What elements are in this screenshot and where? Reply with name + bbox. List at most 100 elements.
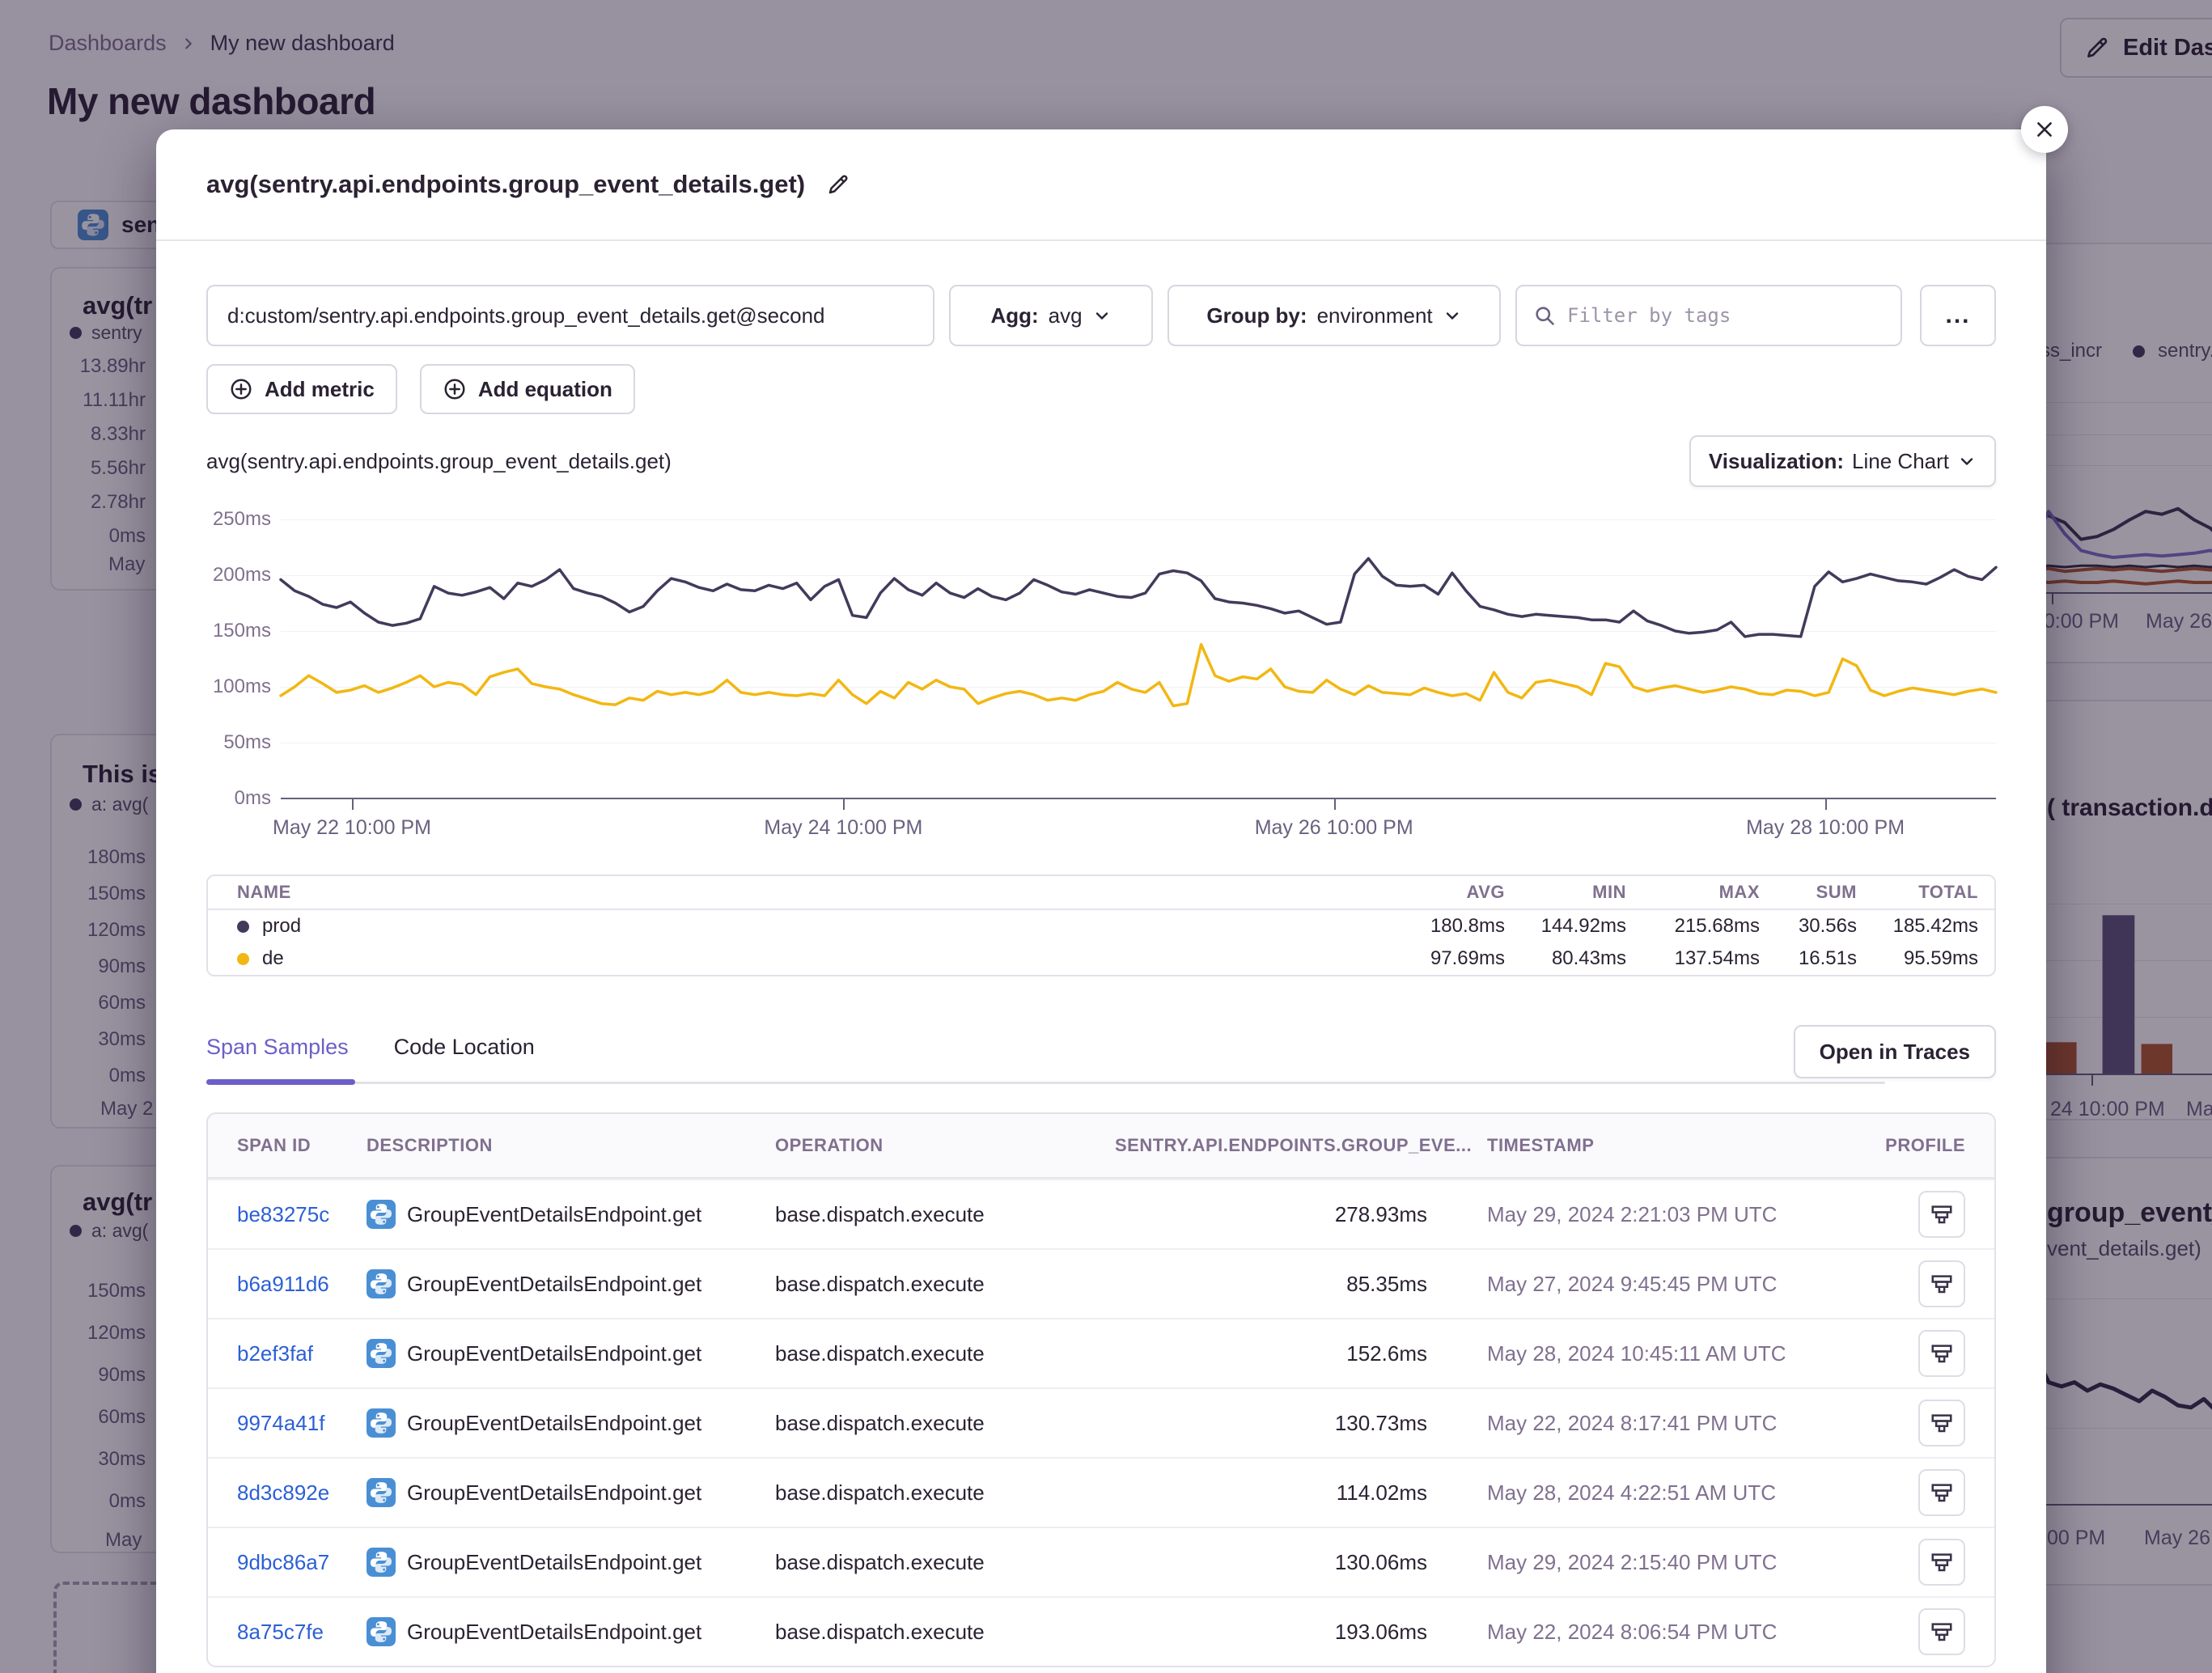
more-options-button[interactable]: ... [1920, 285, 1996, 346]
add-equation-button[interactable]: Add equation [420, 364, 635, 414]
span-description: GroupEventDetailsEndpoint.get [407, 1341, 701, 1366]
python-icon [367, 1200, 396, 1229]
screen: Dashboards My new dashboard My new dashb… [0, 0, 2212, 1673]
visualization-label: Visualization: [1709, 449, 1844, 474]
metric-details-modal: avg(sentry.api.endpoints.group_event_det… [156, 129, 2046, 1673]
span-operation: base.dispatch.execute [775, 1411, 1115, 1436]
group-by-select[interactable]: Group by: environment [1167, 285, 1501, 346]
span-id-link[interactable]: b6a911d6 [237, 1272, 367, 1297]
span-metric-value: 130.73ms [1115, 1411, 1455, 1436]
summary-row-prod[interactable]: prod 180.8ms 144.92ms 215.68ms 30.56s 18… [208, 910, 1994, 942]
span-operation: base.dispatch.execute [775, 1480, 1115, 1506]
profile-button[interactable] [1918, 1539, 1965, 1586]
add-buttons-row: Add metric Add equation [206, 364, 1996, 414]
x-axis-labels: May 22 10:00 PM May 24 10:00 PM May 26 1… [281, 798, 1996, 844]
plus-circle-icon [229, 377, 253, 401]
metric-line-chart: 250ms 200ms 150ms 100ms 50ms 0ms [206, 519, 1996, 798]
summary-row-de[interactable]: de 97.69ms 80.43ms 137.54ms 16.51s 95.59… [208, 942, 1994, 975]
profile-button[interactable] [1918, 1400, 1965, 1446]
python-icon [367, 1339, 396, 1368]
span-metric-value: 85.35ms [1115, 1272, 1455, 1297]
series-name: prod [262, 915, 301, 938]
profile-button[interactable] [1918, 1191, 1965, 1238]
tab-span-samples[interactable]: Span Samples [206, 1035, 349, 1060]
span-timestamp: May 29, 2024 2:15:40 PM UTC [1455, 1550, 1875, 1575]
profile-icon [1930, 1550, 1954, 1574]
span-description: GroupEventDetailsEndpoint.get [407, 1550, 701, 1575]
close-button[interactable] [2021, 106, 2068, 153]
span-timestamp: May 29, 2024 2:21:03 PM UTC [1455, 1202, 1875, 1227]
span-id-link[interactable]: 9974a41f [237, 1411, 367, 1436]
series-dot [237, 953, 249, 965]
ellipsis-icon: ... [1945, 302, 1970, 329]
visualization-select[interactable]: Visualization: Line Chart [1689, 435, 1996, 487]
chart-series-svg [281, 519, 1996, 798]
span-samples-table: SPAN ID DESCRIPTION OPERATION SENTRY.API… [206, 1112, 1996, 1667]
modal-header: avg(sentry.api.endpoints.group_event_det… [156, 129, 2046, 241]
chart-header: avg(sentry.api.endpoints.group_event_det… [206, 435, 1996, 487]
python-icon [367, 1548, 396, 1577]
span-description: GroupEventDetailsEndpoint.get [407, 1480, 701, 1506]
span-metric-value: 114.02ms [1115, 1480, 1455, 1506]
span-description: GroupEventDetailsEndpoint.get [407, 1620, 701, 1645]
span-metric-value: 193.06ms [1115, 1620, 1455, 1645]
active-tab-indicator [206, 1079, 355, 1085]
span-metric-value: 130.06ms [1115, 1550, 1455, 1575]
span-timestamp: May 22, 2024 8:06:54 PM UTC [1455, 1620, 1875, 1645]
span-id-link[interactable]: 8a75c7fe [237, 1620, 367, 1645]
add-metric-label: Add metric [265, 377, 375, 402]
chevron-down-icon [1957, 451, 1977, 471]
span-id-link[interactable]: 8d3c892e [237, 1480, 367, 1506]
chevron-down-icon [1443, 306, 1462, 325]
span-sample-row: 9dbc86a7 GroupEventDetailsEndpoint.get b… [208, 1527, 1994, 1596]
series-name: de [262, 947, 284, 970]
span-id-link[interactable]: be83275c [237, 1202, 367, 1227]
agg-label: Agg: [990, 303, 1038, 328]
add-equation-label: Add equation [478, 377, 612, 402]
profile-icon [1930, 1620, 1954, 1644]
chevron-down-icon [1092, 306, 1112, 325]
profile-button[interactable] [1918, 1469, 1965, 1516]
span-timestamp: May 22, 2024 8:17:41 PM UTC [1455, 1411, 1875, 1436]
plus-circle-icon [443, 377, 467, 401]
add-metric-button[interactable]: Add metric [206, 364, 397, 414]
span-sample-row: 8a75c7fe GroupEventDetailsEndpoint.get b… [208, 1596, 1994, 1666]
metric-query-input[interactable] [206, 285, 934, 346]
profile-button[interactable] [1918, 1330, 1965, 1377]
span-description: GroupEventDetailsEndpoint.get [407, 1202, 701, 1227]
profile-icon [1930, 1272, 1954, 1296]
pencil-icon [826, 172, 850, 197]
query-builder-row: Agg: avg Group by: environment ... [206, 285, 1996, 346]
samples-tabs-row: Span Samples Code Location Open in Trace… [206, 1035, 1996, 1112]
chart-plot-area[interactable] [281, 519, 1996, 798]
span-timestamp: May 28, 2024 10:45:11 AM UTC [1455, 1341, 1875, 1366]
tag-filter-input[interactable] [1567, 304, 1884, 327]
series-dot [237, 921, 249, 933]
python-icon [367, 1269, 396, 1298]
span-id-link[interactable]: b2ef3faf [237, 1341, 367, 1366]
chart-label: avg(sentry.api.endpoints.group_event_det… [206, 449, 672, 474]
tab-code-location[interactable]: Code Location [394, 1035, 535, 1060]
profile-button[interactable] [1918, 1608, 1965, 1655]
span-operation: base.dispatch.execute [775, 1620, 1115, 1645]
open-in-traces-button[interactable]: Open in Traces [1794, 1025, 1996, 1078]
span-operation: base.dispatch.execute [775, 1202, 1115, 1227]
span-sample-row: be83275c GroupEventDetailsEndpoint.get b… [208, 1179, 1994, 1248]
aggregation-select[interactable]: Agg: avg [949, 285, 1153, 346]
span-sample-row: 9974a41f GroupEventDetailsEndpoint.get b… [208, 1387, 1994, 1457]
visualization-value: Line Chart [1852, 449, 1949, 474]
span-id-link[interactable]: 9dbc86a7 [237, 1550, 367, 1575]
span-timestamp: May 27, 2024 9:45:45 PM UTC [1455, 1272, 1875, 1297]
python-icon [367, 1408, 396, 1438]
span-metric-value: 152.6ms [1115, 1341, 1455, 1366]
search-icon [1533, 304, 1556, 327]
span-sample-row: b6a911d6 GroupEventDetailsEndpoint.get b… [208, 1248, 1994, 1318]
profile-button[interactable] [1918, 1260, 1965, 1307]
edit-title-button[interactable] [826, 172, 850, 197]
summary-header-row: NAME AVG MIN MAX SUM TOTAL [208, 876, 1994, 910]
python-icon [367, 1478, 396, 1507]
profile-icon [1930, 1341, 1954, 1366]
series-summary-table: NAME AVG MIN MAX SUM TOTAL prod 180.8ms … [206, 875, 1996, 976]
modal-title: avg(sentry.api.endpoints.group_event_det… [206, 170, 805, 199]
python-icon [367, 1617, 396, 1646]
